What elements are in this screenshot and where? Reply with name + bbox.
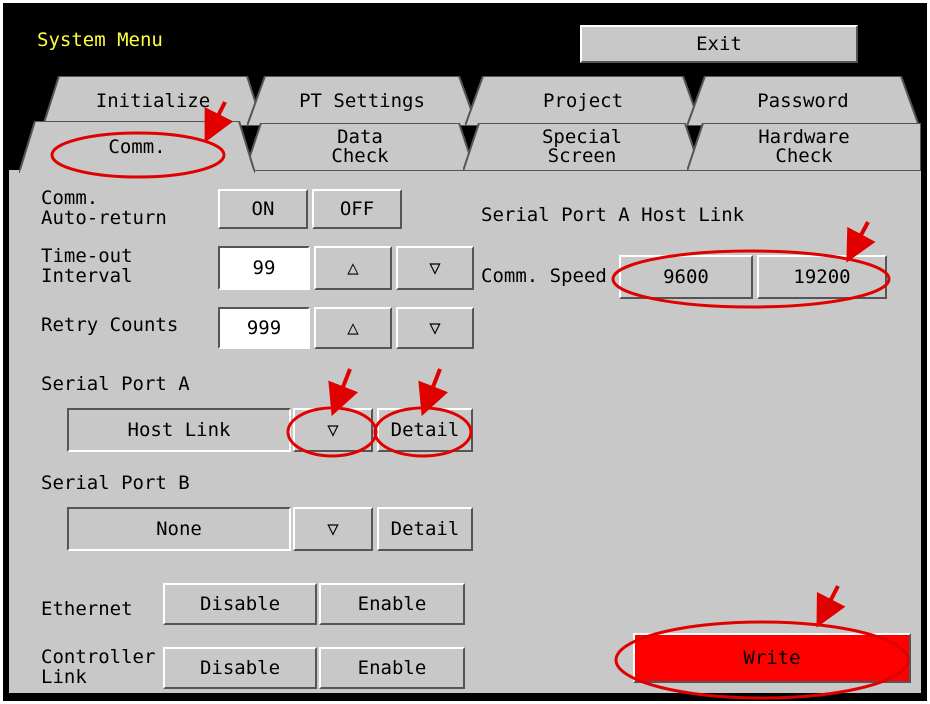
- retry-up-button[interactable]: △: [314, 307, 392, 349]
- auto-return-on-button[interactable]: ON: [218, 189, 308, 229]
- auto-return-label: Comm. Auto-return: [41, 187, 167, 229]
- tab-hardware-check-label: Hardware Check: [758, 126, 850, 167]
- serial-port-b-detail-button[interactable]: Detail: [377, 507, 473, 551]
- serial-port-a-detail-button[interactable]: Detail: [377, 408, 473, 452]
- speed-19200-button[interactable]: 19200: [757, 255, 887, 299]
- ethernet-label: Ethernet: [41, 598, 133, 620]
- tab-initialize-label: Initialize: [95, 89, 211, 112]
- tab-special-screen-label: Special Screen: [541, 126, 623, 167]
- serial-port-a-value: Host Link: [67, 408, 291, 452]
- timeout-value-field[interactable]: 99: [218, 246, 310, 290]
- tab-password[interactable]: Password: [687, 76, 919, 126]
- controller-link-disable-button[interactable]: Disable: [163, 647, 317, 689]
- retry-value-field[interactable]: 999: [218, 307, 310, 349]
- pt-screen: System Menu Exit Initialize PT Settings …: [3, 3, 927, 701]
- serial-port-a-dropdown-button[interactable]: ▽: [293, 408, 373, 452]
- auto-return-off-button[interactable]: OFF: [312, 189, 402, 229]
- system-menu-title: System Menu: [37, 29, 163, 51]
- retry-down-button[interactable]: ▽: [396, 307, 474, 349]
- serial-port-b-label: Serial Port B: [41, 472, 190, 494]
- tab-comm[interactable]: Comm.: [19, 121, 255, 173]
- tab-special-screen[interactable]: Special Screen: [463, 123, 701, 171]
- exit-button[interactable]: Exit: [580, 25, 858, 63]
- tab-pt-settings-label: PT Settings: [299, 89, 425, 112]
- controller-link-enable-button[interactable]: Enable: [319, 647, 465, 689]
- timeout-up-button[interactable]: △: [314, 246, 392, 290]
- tab-data-check[interactable]: Data Check: [245, 123, 475, 171]
- tab-pt-settings[interactable]: PT Settings: [247, 76, 477, 126]
- timeout-down-button[interactable]: ▽: [396, 246, 474, 290]
- tab-project[interactable]: Project: [465, 76, 701, 126]
- tab-data-check-label: Data Check: [331, 126, 389, 167]
- retry-counts-label: Retry Counts: [41, 314, 179, 336]
- serial-port-a-label: Serial Port A: [41, 373, 190, 395]
- controller-link-label: Controller Link: [41, 646, 156, 688]
- write-button[interactable]: Write: [633, 633, 911, 683]
- tab-password-label: Password: [757, 89, 849, 112]
- host-link-heading: Serial Port A Host Link: [481, 204, 745, 226]
- speed-9600-button[interactable]: 9600: [619, 255, 753, 299]
- serial-port-b-value: None: [67, 507, 291, 551]
- comm-speed-label: Comm. Speed: [481, 265, 607, 287]
- ethernet-disable-button[interactable]: Disable: [163, 583, 317, 625]
- tab-initialize[interactable]: Initialize: [43, 76, 263, 126]
- timeout-label: Time-out Interval: [41, 245, 133, 287]
- serial-port-b-dropdown-button[interactable]: ▽: [293, 507, 373, 551]
- tab-comm-label: Comm.: [108, 135, 166, 158]
- ethernet-enable-button[interactable]: Enable: [319, 583, 465, 625]
- tab-hardware-check[interactable]: Hardware Check: [687, 123, 921, 171]
- tab-project-label: Project: [542, 89, 624, 112]
